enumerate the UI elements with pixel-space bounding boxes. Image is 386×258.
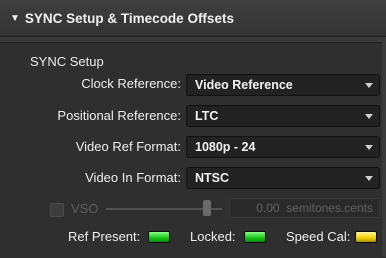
locked-indicator xyxy=(244,231,266,243)
chevron-down-icon xyxy=(365,175,373,181)
video-ref-format-value: 1080p - 24 xyxy=(195,140,256,154)
ref-present-indicator xyxy=(148,231,170,243)
chevron-down-icon xyxy=(365,82,373,88)
header-title: SYNC Setup & Timecode Offsets xyxy=(24,10,234,26)
section-title: SYNC Setup xyxy=(30,54,104,69)
ref-present-label: Ref Present: xyxy=(68,229,141,244)
speed-cal-indicator xyxy=(355,231,377,243)
chevron-down-icon xyxy=(365,113,373,119)
speed-cal-label: Speed Cal: xyxy=(286,229,351,244)
vso-checkbox[interactable] xyxy=(50,203,64,217)
positional-reference-label: Positional Reference: xyxy=(57,108,181,123)
video-ref-format-label: Video Ref Format: xyxy=(75,139,181,154)
vso-slider-thumb[interactable] xyxy=(203,200,211,216)
video-in-format-dropdown[interactable]: NTSC xyxy=(186,167,380,189)
clock-reference-label: Clock Reference: xyxy=(81,76,181,91)
clock-reference-dropdown[interactable]: Video Reference xyxy=(186,74,380,96)
locked-label: Locked: xyxy=(190,229,236,244)
clock-reference-value: Video Reference xyxy=(195,78,293,92)
video-in-format-label: Video In Format: xyxy=(85,170,181,185)
sync-setup-panel: ▼ SYNC Setup & Timecode Offsets SYNC Set… xyxy=(0,0,386,258)
video-ref-format-dropdown[interactable]: 1080p - 24 xyxy=(186,136,380,158)
section-header[interactable]: ▼ SYNC Setup & Timecode Offsets xyxy=(0,0,386,37)
vso-semitones-field[interactable]: 0.00 semitones.cents xyxy=(229,198,380,218)
positional-reference-dropdown[interactable]: LTC xyxy=(186,105,380,127)
vso-unit: semitones.cents xyxy=(286,201,373,215)
disclosure-triangle-icon[interactable]: ▼ xyxy=(10,13,20,24)
vso-value: 0.00 xyxy=(256,201,280,215)
positional-reference-value: LTC xyxy=(195,109,219,123)
video-in-format-value: NTSC xyxy=(195,171,230,185)
chevron-down-icon xyxy=(365,144,373,150)
vso-label: VSO xyxy=(71,201,99,216)
